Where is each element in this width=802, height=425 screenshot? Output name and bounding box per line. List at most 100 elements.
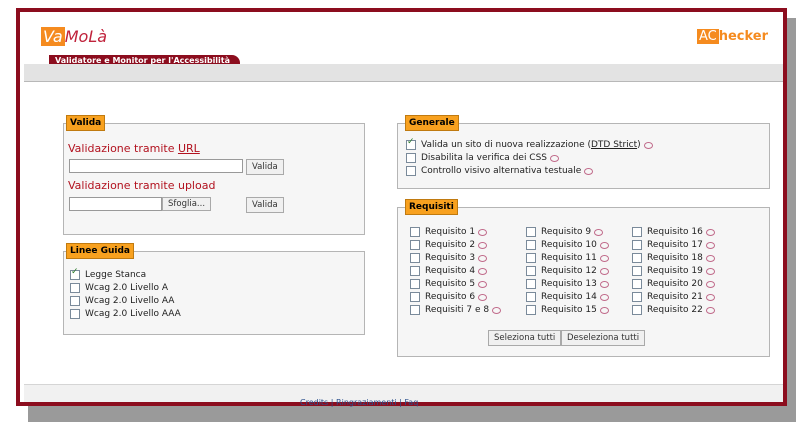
browse-button[interactable]: Sfoglia...	[162, 197, 212, 211]
checkbox-checked[interactable]	[70, 267, 80, 280]
help-bubble-icon[interactable]	[594, 228, 604, 236]
help-bubble-icon[interactable]	[705, 267, 715, 275]
option-disable-css[interactable]: Disabilita la verifica dei CSS	[406, 153, 560, 163]
requisito-checkbox-row[interactable]: Requisito 20	[632, 279, 715, 289]
linee-guida-box	[63, 251, 365, 335]
requisito-checkbox-row[interactable]: Requisito 22	[632, 305, 715, 315]
requisito-checkbox-row[interactable]: Requisito 4	[410, 266, 488, 276]
checkbox[interactable]	[526, 227, 536, 237]
requisito-checkbox-row[interactable]: Requisito 3	[410, 253, 488, 263]
checkbox[interactable]	[526, 266, 536, 276]
requisito-checkbox-row[interactable]: Requisito 19	[632, 266, 715, 276]
deselect-all-button[interactable]: Deseleziona tutti	[561, 330, 646, 346]
checkbox[interactable]	[632, 266, 642, 276]
checkbox[interactable]	[632, 279, 642, 289]
help-bubble-icon[interactable]	[478, 228, 488, 236]
help-bubble-icon[interactable]	[599, 306, 609, 314]
checkbox[interactable]	[632, 227, 642, 237]
valida-url-button[interactable]: Valida	[246, 159, 284, 175]
checkbox[interactable]	[410, 227, 420, 237]
checkbox[interactable]	[410, 253, 420, 263]
checkbox-checked[interactable]	[406, 137, 416, 150]
file-path-input[interactable]	[69, 197, 162, 211]
url-heading: Validazione tramite URL	[68, 142, 200, 155]
checkbox[interactable]	[70, 309, 80, 319]
checkbox[interactable]	[406, 153, 416, 163]
help-bubble-icon[interactable]	[550, 154, 560, 162]
url-input[interactable]	[69, 159, 243, 173]
checkbox[interactable]	[70, 283, 80, 293]
help-bubble-icon[interactable]	[705, 306, 715, 314]
requisito-checkbox-row[interactable]: Requisito 11	[526, 253, 609, 263]
select-all-button[interactable]: Seleziona tutti	[488, 330, 562, 346]
url-link[interactable]: URL	[178, 142, 200, 155]
help-bubble-icon[interactable]	[705, 241, 715, 249]
help-bubble-icon[interactable]	[478, 241, 488, 249]
requisito-checkbox-row[interactable]: Requisito 18	[632, 253, 715, 263]
help-bubble-icon[interactable]	[478, 280, 488, 288]
help-bubble-icon[interactable]	[705, 228, 715, 236]
help-bubble-icon[interactable]	[599, 241, 609, 249]
requisito-checkbox-row[interactable]: Requisito 21	[632, 292, 715, 302]
help-bubble-icon[interactable]	[478, 254, 488, 262]
checkbox[interactable]	[526, 253, 536, 263]
requisito-checkbox-row[interactable]: Requisito 10	[526, 240, 609, 250]
vamola-logo[interactable]: Va MoLà	[41, 27, 107, 46]
checkbox[interactable]	[526, 292, 536, 302]
checkbox[interactable]	[410, 240, 420, 250]
checkbox[interactable]	[70, 296, 80, 306]
help-bubble-icon[interactable]	[705, 254, 715, 262]
checkbox[interactable]	[410, 292, 420, 302]
guideline-wcag-aaa[interactable]: Wcag 2.0 Livello AAA	[70, 309, 181, 319]
checkbox[interactable]	[526, 305, 536, 315]
help-bubble-icon[interactable]	[478, 293, 488, 301]
guideline-legge-stanca[interactable]: Legge Stanca	[70, 267, 146, 280]
help-bubble-icon[interactable]	[478, 267, 488, 275]
requisito-checkbox-row[interactable]: Requisito 17	[632, 240, 715, 250]
valida-upload-button[interactable]: Valida	[246, 197, 284, 213]
requisito-checkbox-row[interactable]: Requisito 6	[410, 292, 488, 302]
footer-links: Credits | Ringraziamenti | Faq	[300, 398, 418, 407]
checkbox[interactable]	[410, 266, 420, 276]
checkbox[interactable]	[406, 166, 416, 176]
requisiti-legend: Requisiti	[405, 199, 458, 215]
requisito-checkbox-row[interactable]: Requisito 5	[410, 279, 488, 289]
checkbox[interactable]	[526, 240, 536, 250]
footer-separator: |	[330, 398, 334, 407]
help-bubble-icon[interactable]	[705, 280, 715, 288]
checkbox[interactable]	[410, 305, 420, 315]
requisito-checkbox-row[interactable]: Requisito 15	[526, 305, 609, 315]
dtd-strict-link[interactable]: DTD Strict	[591, 140, 637, 150]
faq-link[interactable]: Faq	[404, 398, 418, 407]
url-heading-text: Validazione tramite	[68, 142, 178, 155]
checkbox[interactable]	[410, 279, 420, 289]
checkbox[interactable]	[632, 292, 642, 302]
help-bubble-icon[interactable]	[705, 293, 715, 301]
requisito-checkbox-row[interactable]: Requisito 16	[632, 227, 715, 237]
checkbox[interactable]	[632, 240, 642, 250]
checkbox[interactable]	[632, 305, 642, 315]
requisito-checkbox-row[interactable]: Requisito 9	[526, 227, 604, 237]
guideline-wcag-a[interactable]: Wcag 2.0 Livello A	[70, 283, 168, 293]
help-bubble-icon[interactable]	[599, 267, 609, 275]
help-bubble-icon[interactable]	[584, 167, 594, 175]
credits-link[interactable]: Credits	[300, 398, 328, 407]
option-dtd-strict[interactable]: Valida un sito di nuova realizzazione (D…	[406, 137, 653, 150]
help-bubble-icon[interactable]	[599, 293, 609, 301]
requisito-checkbox-row[interactable]: Requisito 14	[526, 292, 609, 302]
thanks-link[interactable]: Ringraziamenti	[336, 398, 397, 407]
help-bubble-icon[interactable]	[643, 141, 653, 149]
help-bubble-icon[interactable]	[599, 280, 609, 288]
guideline-wcag-aa[interactable]: Wcag 2.0 Livello AA	[70, 296, 174, 306]
requisito-checkbox-row[interactable]: Requisito 12	[526, 266, 609, 276]
requisito-checkbox-row[interactable]: Requisito 1	[410, 227, 488, 237]
help-bubble-icon[interactable]	[599, 254, 609, 262]
achecker-logo[interactable]: AC hecker	[696, 29, 768, 44]
checkbox[interactable]	[632, 253, 642, 263]
option-visual-alt-text[interactable]: Controllo visivo alternativa testuale	[406, 166, 594, 176]
requisito-checkbox-row[interactable]: Requisiti 7 e 8	[410, 305, 502, 315]
requisito-checkbox-row[interactable]: Requisito 2	[410, 240, 488, 250]
help-bubble-icon[interactable]	[492, 306, 502, 314]
requisito-checkbox-row[interactable]: Requisito 13	[526, 279, 609, 289]
checkbox[interactable]	[526, 279, 536, 289]
